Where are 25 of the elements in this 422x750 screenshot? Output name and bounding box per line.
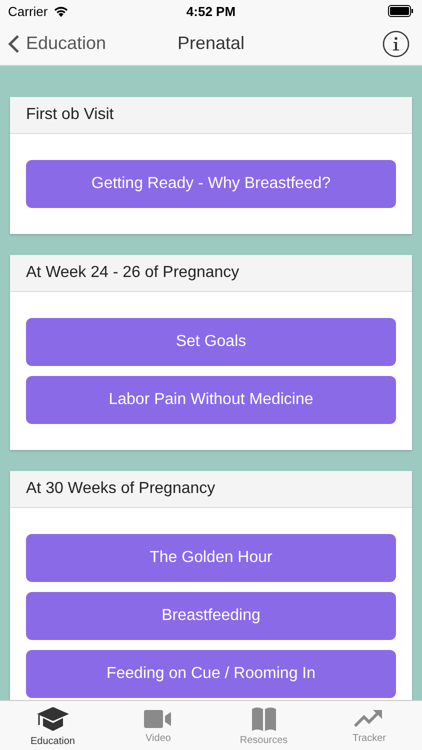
topic-button[interactable]: The Golden Hour — [26, 534, 396, 582]
tab[interactable]: Resources — [211, 701, 316, 750]
tab[interactable]: Education — [0, 701, 106, 750]
info-icon[interactable] — [382, 30, 410, 58]
topic-button[interactable]: Getting Ready - Why Breastfeed? — [26, 160, 396, 208]
topic-button[interactable]: Labor Pain Without Medicine — [26, 376, 396, 424]
carrier-label: Carrier — [8, 4, 48, 18]
section-title: First ob Visit — [26, 106, 114, 124]
back-button[interactable]: Education — [8, 33, 106, 54]
section-title: At Week 24 - 26 of Pregnancy — [26, 264, 240, 282]
screen-title: Prenatal — [177, 33, 245, 54]
tab[interactable]: Video — [106, 701, 211, 750]
graduation-cap-icon — [36, 704, 70, 732]
clock: 4:52 PM — [186, 4, 236, 18]
wifi-icon — [52, 5, 69, 17]
topic-button[interactable]: Set Goals — [26, 318, 396, 366]
section-title: At 30 Weeks of Pregnancy — [26, 480, 216, 498]
topic-button[interactable]: Breastfeeding — [26, 592, 396, 640]
trend-arrow-icon — [354, 708, 384, 730]
topic-button[interactable]: Feeding on Cue / Rooming In — [26, 650, 396, 698]
back-chevron-icon — [8, 34, 20, 54]
battery-icon — [388, 5, 414, 17]
book-icon — [250, 706, 277, 732]
tab[interactable]: Tracker — [316, 701, 422, 750]
video-camera-icon — [143, 708, 174, 730]
